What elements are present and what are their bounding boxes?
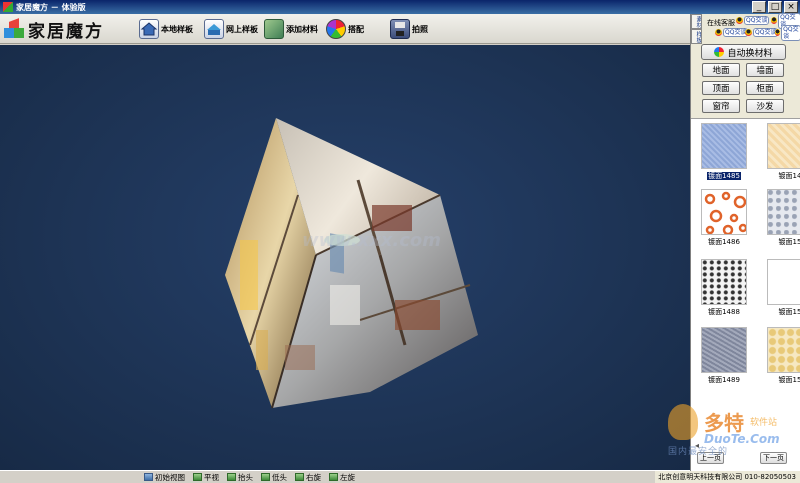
next-page-button[interactable]: 下一页 — [760, 452, 787, 464]
auto-replace-button[interactable]: 自动换材料 — [701, 44, 786, 60]
initial-view-button[interactable]: 初始视图 — [144, 472, 185, 483]
swatch-15xx-c[interactable] — [767, 327, 800, 373]
rotate-left-label: 左旋 — [340, 472, 355, 482]
wall-button[interactable]: 墙面 — [746, 63, 784, 77]
floor-button[interactable]: 地面 — [702, 63, 740, 77]
add-material-button[interactable]: 添加材料 — [264, 18, 318, 40]
app-logo: 家居魔方 — [4, 17, 104, 42]
auto-replace-label: 自动换材料 — [727, 48, 773, 59]
swatch-label: 镀面1485 — [707, 172, 741, 180]
service-label: 在线客服 — [707, 19, 735, 27]
qq-chat-label: QQ交谈 — [781, 24, 800, 41]
initial-view-icon — [144, 473, 153, 481]
look-down-label: 低头 — [272, 472, 287, 482]
swatch-15xx-a[interactable] — [767, 189, 800, 235]
swatch-1485[interactable] — [701, 123, 747, 169]
local-sample-label: 本地样板 — [161, 24, 193, 34]
rotate-left-button[interactable]: 左旋 — [329, 472, 355, 483]
palette-icon — [326, 19, 346, 39]
rotate-left-icon — [329, 473, 338, 481]
close-button[interactable]: × — [784, 1, 798, 13]
look-up-button[interactable]: 抬头 — [227, 472, 253, 483]
qq-chat-3[interactable]: QQ交谈 — [715, 28, 749, 37]
look-up-label: 抬头 — [238, 472, 253, 482]
match-label: 搭配 — [348, 24, 364, 34]
online-sample-button[interactable]: 网上样板 — [204, 18, 258, 40]
prev-page-button[interactable]: 上一页 — [697, 452, 724, 464]
swatch-label: 镀面15 — [778, 238, 800, 246]
qq-chat-2[interactable]: QQ交谈 — [771, 12, 800, 29]
swatch-label: 镀面15 — [778, 376, 800, 384]
qq-penguin-icon — [771, 17, 778, 24]
material-icon — [264, 19, 284, 39]
swatch-label: 镀面1489 — [708, 376, 740, 384]
viewport-watermark: www.xxx.com — [302, 230, 442, 251]
title-bar: 家居魔方 － 体验版 _ □ × — [0, 0, 800, 14]
swatch-14xx[interactable] — [767, 123, 800, 169]
look-up-icon — [227, 473, 236, 481]
qq-penguin-icon — [736, 17, 743, 24]
swatch-1488[interactable] — [701, 259, 747, 305]
swatch-label: 镀面14 — [778, 172, 800, 180]
curtain-button[interactable]: 窗帘 — [702, 99, 740, 113]
photo-button[interactable]: 拍照 — [390, 18, 428, 40]
level-view-button[interactable]: 平视 — [193, 472, 219, 483]
panel-tabs: 素材 样板 — [691, 14, 703, 44]
local-sample-button[interactable]: 本地样板 — [139, 18, 193, 40]
app-window: 家居魔方 － 体验版 _ □ × 家居魔方 本地样板 网上样板 添加材料 搭配 … — [0, 0, 800, 483]
swatch-label: 镀面1486 — [708, 238, 740, 246]
house-icon — [139, 19, 159, 39]
cabinet-button[interactable]: 柜面 — [746, 81, 784, 95]
3d-viewport[interactable]: www.xxx.com — [0, 45, 690, 470]
match-button[interactable]: 搭配 — [326, 18, 364, 40]
online-sample-label: 网上样板 — [226, 24, 258, 34]
maximize-button[interactable]: □ — [768, 1, 782, 13]
add-material-label: 添加材料 — [286, 24, 318, 34]
app-icon — [3, 2, 13, 12]
qq-chat-4[interactable]: QQ交谈 — [745, 28, 779, 37]
photo-label: 拍照 — [412, 24, 428, 34]
qq-penguin-icon — [775, 29, 781, 36]
look-down-icon — [261, 473, 270, 481]
swatch-list: 镀面1485 镀面14 镀面1486 镀面15 镀面1488 镀面15 镀面14… — [691, 118, 800, 436]
rotate-right-label: 右旋 — [306, 472, 321, 482]
minimize-button[interactable]: _ — [752, 1, 766, 13]
swatch-15xx-b[interactable] — [767, 259, 800, 305]
qq-chat-5[interactable]: QQ交谈 — [775, 24, 800, 41]
level-view-icon — [193, 473, 202, 481]
logo-text: 家居魔方 — [28, 22, 104, 42]
tab-samples[interactable]: 样板 — [691, 29, 702, 44]
save-disk-icon — [390, 19, 410, 39]
swatch-1486[interactable] — [701, 189, 747, 235]
main-toolbar: 家居魔方 本地样板 网上样板 添加材料 搭配 拍照 — [0, 14, 690, 44]
logo-cube-icon — [4, 17, 24, 40]
qq-chat-1[interactable]: QQ交谈 — [736, 16, 770, 25]
qq-penguin-icon — [715, 29, 722, 36]
online-house-icon — [204, 19, 224, 39]
swatch-label: 镀面15 — [778, 308, 800, 316]
swatch-label: 镀面1488 — [708, 308, 740, 316]
level-view-label: 平视 — [204, 472, 219, 482]
online-service: 在线客服 QQ交谈 QQ交谈 QQ交谈 QQ交谈 QQ交谈 — [705, 12, 800, 43]
swatch-1489[interactable] — [701, 327, 747, 373]
scroll-left-icon[interactable]: ◂ — [695, 441, 704, 450]
qq-chat-label: QQ交谈 — [744, 16, 770, 25]
tab-materials[interactable]: 素材 — [691, 14, 702, 29]
room-cube[interactable] — [0, 45, 690, 470]
window-controls: _ □ × — [752, 1, 798, 13]
company-info: 北京创意明天科技有限公司 010-82050503 — [655, 471, 800, 483]
window-title: 家居魔方 － 体验版 — [16, 2, 86, 12]
view-toolbar: 初始视图 平视 抬头 低头 右旋 左旋 — [0, 470, 690, 483]
rotate-right-icon — [295, 473, 304, 481]
color-ball-icon — [714, 47, 725, 57]
ceiling-button[interactable]: 顶面 — [702, 81, 740, 95]
sofa-button[interactable]: 沙发 — [746, 99, 784, 113]
rotate-right-button[interactable]: 右旋 — [295, 472, 321, 483]
qq-penguin-icon — [745, 29, 752, 36]
initial-view-label: 初始视图 — [155, 472, 185, 482]
look-down-button[interactable]: 低头 — [261, 472, 287, 483]
